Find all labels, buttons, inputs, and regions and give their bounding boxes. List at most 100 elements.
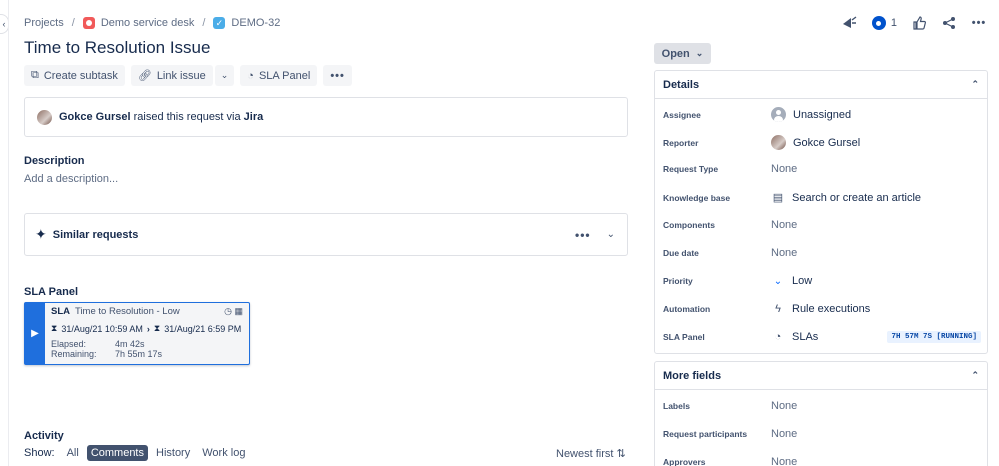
link-issue-dropdown[interactable]: ⌄ — [214, 65, 235, 86]
chevron-down-icon: ⌄ — [220, 70, 229, 80]
field-components[interactable]: Components None — [663, 219, 981, 231]
labels-value: None — [771, 400, 798, 412]
watch-button[interactable]: 1 — [871, 16, 897, 30]
link-issue-button[interactable]: 🔗︎ Link issue — [130, 65, 213, 86]
lightning-icon: ϟ — [775, 303, 781, 315]
request-type-value: None — [771, 163, 798, 175]
more-fields-panel: More fields ⌃ Labels None Request partic… — [654, 361, 988, 466]
field-label: Labels — [663, 401, 690, 411]
more-fields-header[interactable]: More fields ⌃ — [655, 362, 987, 390]
priority-value: Low — [792, 275, 813, 287]
target-icon: ⧗ — [153, 323, 161, 333]
sla-value: SLAs — [792, 331, 819, 343]
issue-toolbar: ⧉ Create subtask 🔗︎ Link issue ⌄ ◔ SLA P… — [24, 65, 352, 86]
arrow-right-icon: › — [146, 323, 150, 334]
feedback-megaphone-icon[interactable] — [842, 15, 858, 31]
details-header[interactable]: Details ⌃ — [655, 71, 987, 99]
field-label: Priority — [663, 276, 693, 286]
remaining-label: Remaining: — [51, 349, 97, 359]
service-desk-icon — [82, 17, 95, 29]
participants-value: None — [771, 428, 798, 440]
link-issue-label: Link issue — [156, 69, 206, 82]
breadcrumb-projects[interactable]: Projects — [24, 17, 64, 29]
field-approvers[interactable]: Approvers None — [663, 456, 981, 466]
details-panel: Details ⌃ Assignee Unassigned Reporter G… — [654, 70, 988, 354]
filter-comments[interactable]: Comments — [86, 445, 148, 461]
task-checkbox-icon: ✓ — [213, 17, 226, 29]
field-reporter[interactable]: Reporter Gokce Gursel — [663, 135, 981, 150]
more-icon[interactable]: ••• — [575, 228, 591, 242]
elapsed-label: Elapsed: — [51, 339, 87, 349]
breadcrumb-separator: / — [71, 17, 75, 29]
sla-clock-icon: ◔ — [247, 69, 254, 82]
assignee-value: Unassigned — [793, 108, 852, 121]
filter-history[interactable]: History — [152, 445, 194, 461]
avatar — [771, 135, 786, 150]
share-icon[interactable] — [941, 15, 957, 31]
breadcrumb-project[interactable]: Demo service desk — [101, 17, 195, 29]
sla-end-time: 31/Aug/21 6:59 PM — [164, 323, 242, 334]
unassigned-avatar-icon — [771, 107, 786, 122]
field-assignee[interactable]: Assignee Unassigned — [663, 107, 981, 122]
reporter-value: Gokce Gursel — [793, 136, 861, 149]
priority-low-icon: ⌄ — [773, 275, 783, 287]
description-field[interactable]: Add a description... — [24, 173, 118, 185]
create-subtask-button[interactable]: ⧉ Create subtask — [24, 65, 125, 86]
field-label: Request Type — [663, 164, 719, 174]
sort-order-button[interactable]: Newest first ⇅ — [556, 447, 626, 460]
reporter-name[interactable]: Gokce Gursel — [59, 111, 131, 123]
sidebar-divider — [8, 0, 9, 466]
field-label: Request participants — [663, 429, 748, 439]
field-label: Assignee — [663, 109, 701, 120]
activity-filter-bar: Show: All Comments History Work log — [24, 445, 249, 461]
subtask-icon: ⧉ — [31, 69, 39, 81]
article-icon: ▤ — [772, 192, 784, 204]
status-dropdown[interactable]: Open ⌄ — [654, 43, 711, 64]
more-actions-icon[interactable]: ••• — [971, 15, 987, 31]
clock-calendar-icon: ◷ ▦ — [224, 306, 243, 316]
sla-card[interactable]: ▶ SLA Time to Resolution - Low ◷ ▦ ⧗ 31/… — [24, 302, 250, 365]
chevron-up-icon: ⌃ — [971, 370, 979, 380]
sla-name: Time to Resolution - Low — [75, 306, 180, 317]
breadcrumb-issue-key[interactable]: DEMO-32 — [231, 17, 280, 29]
play-icon: ▶ — [25, 303, 45, 364]
sla-panel-button[interactable]: ◔ SLA Panel — [240, 65, 318, 86]
eye-icon — [871, 16, 886, 30]
filter-work-log[interactable]: Work log — [198, 445, 249, 461]
elapsed-value: 4m 42s — [115, 339, 145, 349]
sla-panel-heading: SLA Panel — [24, 286, 78, 298]
sparkle-icon: ✦ — [35, 226, 47, 242]
sla-start-time: 31/Aug/21 10:59 AM — [61, 323, 143, 334]
field-request-participants[interactable]: Request participants None — [663, 428, 981, 440]
status-label: Open — [661, 47, 690, 60]
field-request-type[interactable]: Request Type None — [663, 163, 981, 175]
watchers-count: 1 — [890, 17, 897, 29]
raised-text: raised this request via — [133, 111, 241, 123]
field-knowledge-base[interactable]: Knowledge base ▤ Search or create an arti… — [663, 191, 981, 205]
field-label: Reporter — [663, 137, 699, 148]
field-automation[interactable]: Automation ϟ Rule executions — [663, 303, 981, 315]
remaining-value: 7h 55m 17s — [115, 349, 163, 359]
chevron-up-icon: ⌃ — [971, 79, 979, 89]
field-sla-panel[interactable]: SLA Panel ◔ SLAs 7H 57M 7S [RUNNING] — [663, 331, 981, 343]
chevron-down-icon[interactable]: ⌄ — [607, 229, 615, 240]
breadcrumb: Projects / Demo service desk / ✓ DEMO-32 — [24, 17, 280, 29]
filter-all[interactable]: All — [63, 445, 83, 461]
components-value: None — [771, 219, 798, 231]
details-heading: Details — [663, 78, 700, 91]
sla-running-badge: 7H 57M 7S [RUNNING] — [887, 331, 981, 343]
thumbs-up-icon[interactable] — [911, 15, 927, 31]
issue-title[interactable]: Time to Resolution Issue — [24, 38, 210, 58]
sort-order-label: Newest first — [556, 448, 614, 460]
field-priority[interactable]: Priority ⌄ Low — [663, 275, 981, 287]
field-labels[interactable]: Labels None — [663, 400, 981, 412]
more-toolbar-button[interactable]: ••• — [323, 65, 352, 86]
similar-requests-label: Similar requests — [52, 228, 139, 241]
similar-requests-panel[interactable]: ✦ Similar requests ••• ⌄ — [24, 213, 628, 256]
create-subtask-label: Create subtask — [43, 69, 118, 82]
field-due-date[interactable]: Due date None — [663, 247, 981, 259]
activity-heading: Activity — [24, 430, 64, 442]
more-fields-heading: More fields — [663, 369, 722, 382]
sla-tag: SLA — [51, 306, 70, 317]
sla-panel-label: SLA Panel — [258, 69, 311, 82]
